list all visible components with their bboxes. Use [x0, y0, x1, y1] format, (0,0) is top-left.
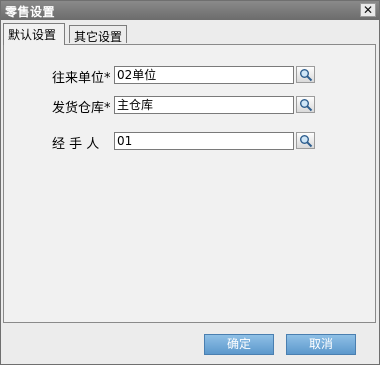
- warehouse-value: 主仓库: [117, 98, 154, 112]
- warehouse-lookup-button[interactable]: [296, 96, 315, 113]
- close-button[interactable]: ✕: [360, 3, 376, 17]
- partner-label: 往来单位*: [52, 71, 111, 86]
- tab-label: 默认设置: [8, 28, 57, 42]
- dialog-window: 零售设置 ✕ 默认设置 其它设置 往来单位* 02单位 发货仓库* 主仓库 经 …: [0, 0, 380, 365]
- handler-field[interactable]: 01: [114, 132, 294, 150]
- search-icon: [300, 69, 313, 82]
- warehouse-label: 发货仓库*: [52, 101, 111, 116]
- close-icon: ✕: [362, 3, 374, 17]
- cancel-label: 取消: [308, 337, 333, 351]
- titlebar[interactable]: 零售设置 ✕: [1, 1, 379, 20]
- partner-field[interactable]: 02单位: [114, 66, 294, 84]
- ok-label: 确定: [226, 337, 251, 351]
- search-icon: [300, 99, 313, 112]
- search-icon: [300, 135, 313, 148]
- handler-value: 01: [117, 134, 133, 148]
- settings-panel: 往来单位* 02单位 发货仓库* 主仓库 经 手 人 01: [3, 44, 376, 323]
- tab-default-settings[interactable]: 默认设置: [3, 23, 65, 45]
- tab-label: 其它设置: [74, 30, 123, 44]
- partner-lookup-button[interactable]: [296, 66, 315, 83]
- ok-button[interactable]: 确定: [204, 334, 274, 355]
- handler-label: 经 手 人: [52, 137, 100, 152]
- cancel-button[interactable]: 取消: [286, 334, 356, 355]
- window-title: 零售设置: [5, 5, 56, 19]
- tab-other-settings[interactable]: 其它设置: [69, 25, 127, 44]
- handler-lookup-button[interactable]: [296, 132, 315, 149]
- partner-value: 02单位: [117, 68, 157, 82]
- warehouse-field[interactable]: 主仓库: [114, 96, 294, 114]
